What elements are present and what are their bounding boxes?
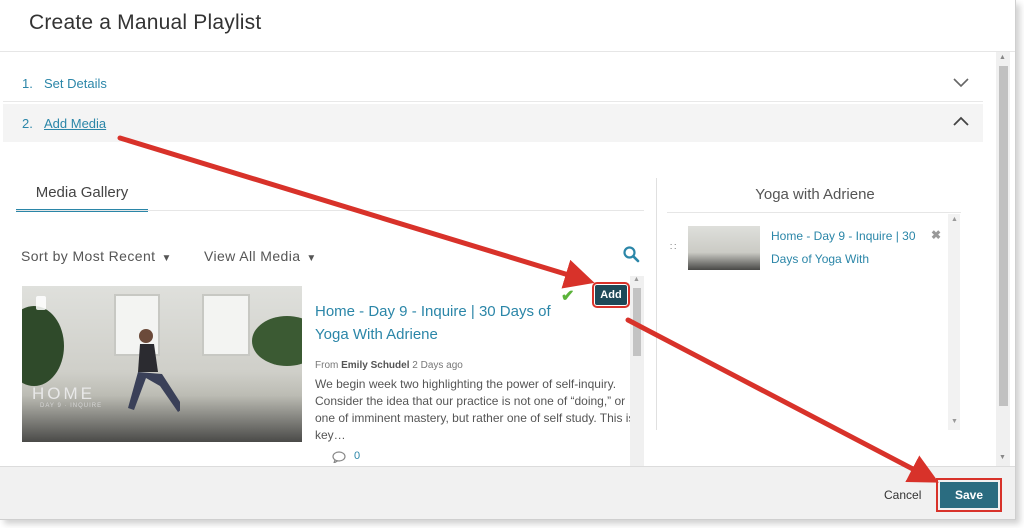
- sort-dropdown[interactable]: Sort by Most Recent ▼: [21, 248, 172, 264]
- step-add-media[interactable]: 2. Add Media: [3, 104, 983, 142]
- chevron-down-icon: ▼: [306, 253, 317, 264]
- view-filter-label: View All Media: [204, 248, 301, 264]
- media-title-link[interactable]: Home - Day 9 - Inquire | 30 Days of Yoga…: [315, 300, 575, 346]
- scrollbar-thumb[interactable]: [999, 66, 1008, 406]
- scroll-down-icon[interactable]: ▼: [951, 418, 958, 425]
- divider: [667, 212, 961, 213]
- add-button[interactable]: Add: [592, 282, 630, 308]
- comment-count[interactable]: 0: [354, 450, 360, 462]
- playlist-title: Yoga with Adriene: [755, 186, 875, 203]
- remove-icon[interactable]: ✖: [931, 228, 941, 242]
- meta-time: 2 Days ago: [412, 360, 463, 371]
- view-filter-dropdown[interactable]: View All Media ▼: [204, 248, 317, 264]
- dialog-footer: Cancel Save: [0, 466, 1015, 519]
- added-check-icon: ✔: [561, 288, 575, 305]
- search-icon[interactable]: [622, 245, 640, 263]
- media-meta: From Emily Schudel 2 Days ago: [315, 360, 463, 371]
- dialog-header: Create a Manual Playlist: [0, 0, 1015, 52]
- step-set-details[interactable]: 1. Set Details: [3, 64, 983, 102]
- meta-from: From: [315, 360, 339, 371]
- meta-author[interactable]: Emily Schudel: [341, 360, 409, 371]
- drag-handle-icon[interactable]: ∷: [670, 242, 676, 253]
- media-thumbnail[interactable]: HOME DAY 9 · INQUIRE: [22, 286, 302, 442]
- chevron-up-icon[interactable]: [951, 112, 971, 132]
- playlist-item-title[interactable]: Home - Day 9 - Inquire | 30 Days of Yoga…: [771, 225, 921, 271]
- step-label[interactable]: Set Details: [44, 76, 107, 91]
- chevron-down-icon[interactable]: [951, 72, 971, 92]
- playlist-panel: Yoga with Adriene ∷ Home - Day 9 - Inqui…: [656, 178, 972, 430]
- cancel-button[interactable]: Cancel: [884, 488, 921, 502]
- playlist-dialog: Create a Manual Playlist 1. Set Details …: [0, 0, 1016, 520]
- scroll-up-icon[interactable]: ▲: [999, 54, 1006, 61]
- dialog-title: Create a Manual Playlist: [29, 11, 262, 34]
- step-label[interactable]: Add Media: [44, 116, 106, 131]
- scrollbar-thumb[interactable]: [633, 288, 641, 356]
- sort-dropdown-label: Sort by Most Recent: [21, 248, 156, 264]
- video-icon: [36, 296, 46, 310]
- scroll-down-icon[interactable]: ▼: [999, 454, 1006, 461]
- divider: [16, 210, 644, 211]
- playlist-item-thumbnail: [688, 226, 760, 270]
- comment-icon: [332, 451, 346, 463]
- media-list-scrollbar[interactable]: ▲: [630, 276, 644, 466]
- thumbnail-text: HOME: [32, 384, 95, 403]
- step-number: 2.: [22, 116, 33, 131]
- save-button[interactable]: Save: [936, 478, 1002, 512]
- scroll-up-icon[interactable]: ▲: [951, 216, 958, 223]
- dialog-scrollbar[interactable]: ▲ ▼: [996, 52, 1010, 466]
- tab-media-gallery[interactable]: Media Gallery: [16, 180, 148, 212]
- media-description: We begin week two highlighting the power…: [315, 377, 635, 442]
- person-figure: [128, 329, 180, 412]
- scroll-up-icon[interactable]: ▲: [633, 276, 640, 283]
- chevron-down-icon: ▼: [161, 253, 172, 264]
- playlist-scrollbar[interactable]: ▲ ▼: [948, 214, 960, 430]
- step-number: 1.: [22, 76, 33, 91]
- media-list: HOME DAY 9 · INQUIRE Home - Day 9 - Inqu…: [0, 274, 646, 466]
- thumbnail-subtext: DAY 9 · INQUIRE: [40, 403, 103, 409]
